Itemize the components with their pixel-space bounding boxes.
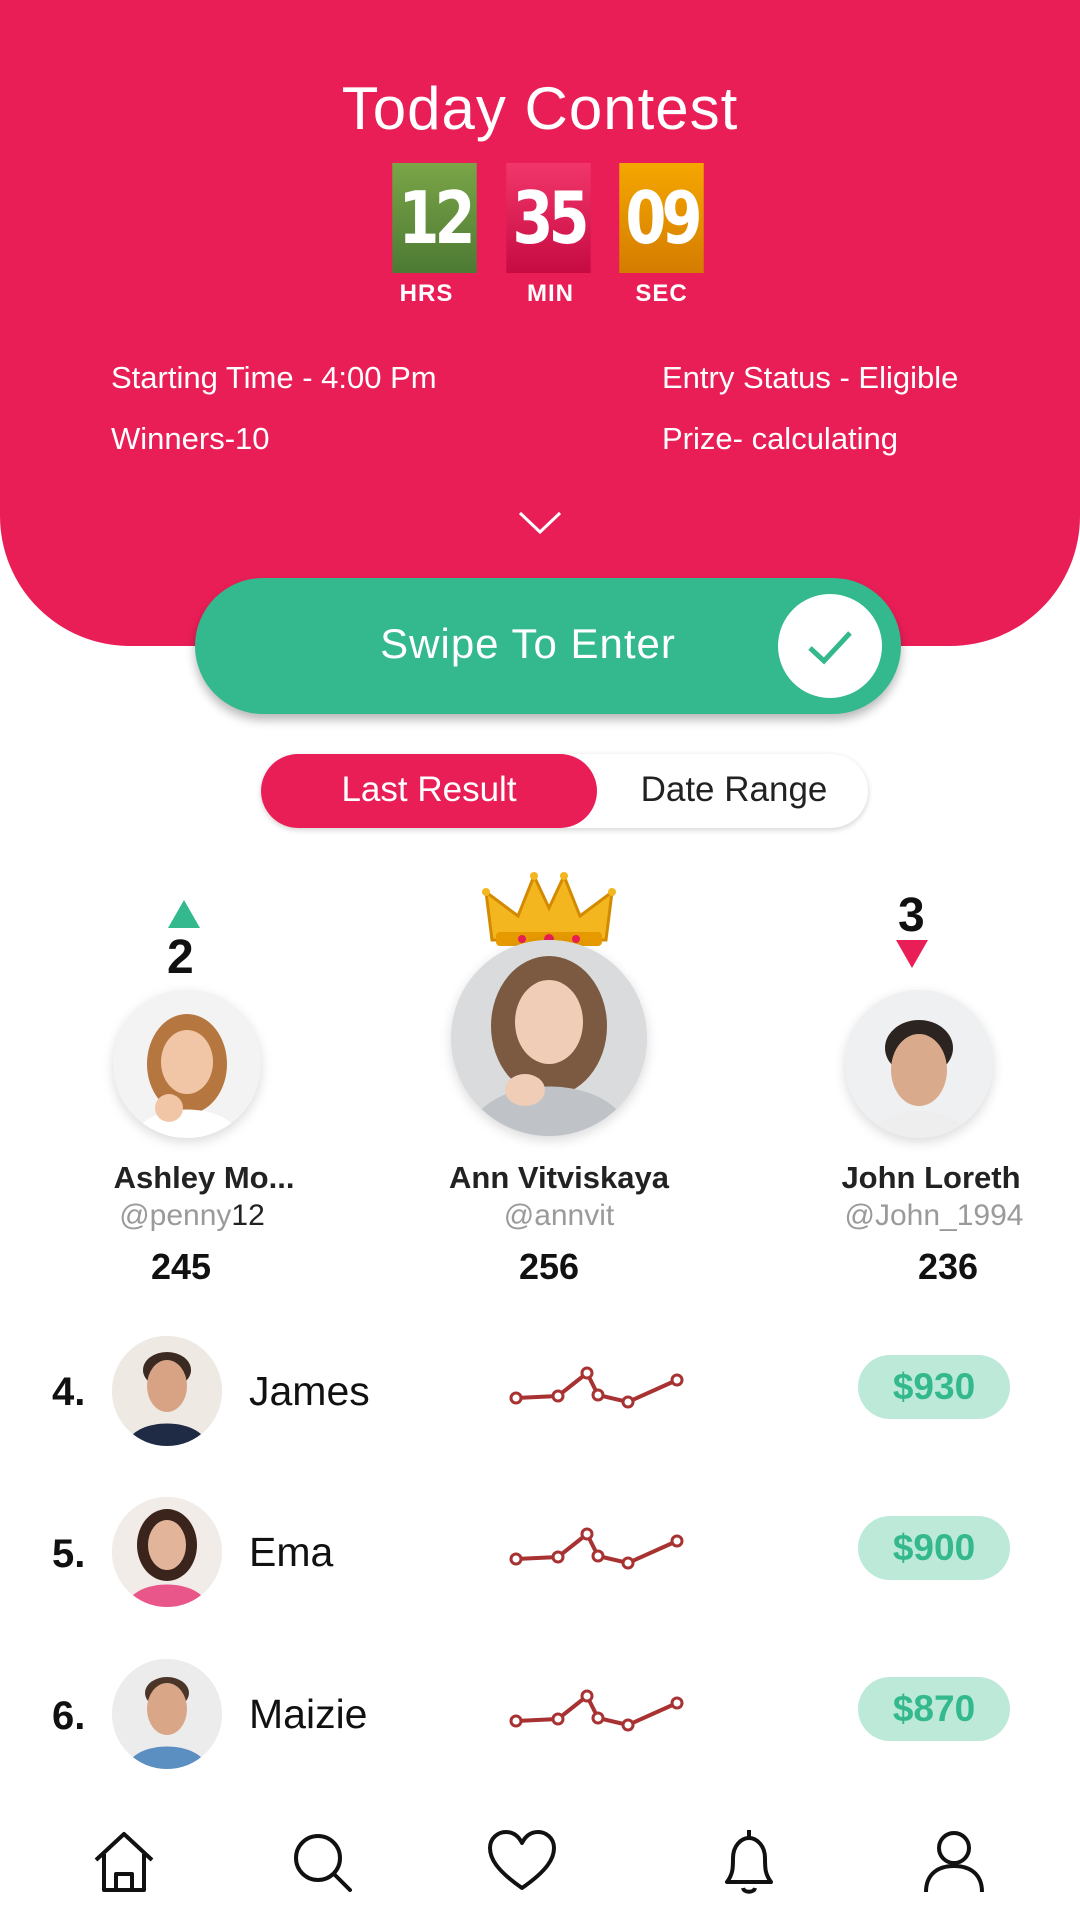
- podium-first-name: Ann Vitviskaya: [449, 1160, 669, 1195]
- avatar[interactable]: [451, 940, 647, 1136]
- tab-last-result-label[interactable]: Last Result: [261, 770, 597, 810]
- row-rank: 4.: [52, 1370, 86, 1414]
- heart-icon[interactable]: [486, 1826, 558, 1898]
- swipe-knob[interactable]: [778, 594, 882, 698]
- podium-first-handle: @annvit: [503, 1199, 615, 1232]
- timer-minutes: 35: [506, 163, 591, 273]
- timer-seconds: 09: [619, 163, 704, 273]
- timer-seconds-label: SEC: [635, 280, 688, 307]
- prize-status: Prize- calculating: [662, 421, 899, 456]
- check-icon: [808, 631, 852, 665]
- trend-sparkline: [506, 1521, 686, 1586]
- prize-badge: $870: [858, 1677, 1010, 1741]
- timer-hours-label: HRS: [399, 280, 454, 307]
- avatar[interactable]: [112, 1659, 222, 1769]
- chevron-down-icon[interactable]: [518, 510, 562, 541]
- podium-first-score: 256: [518, 1246, 580, 1287]
- profile-icon[interactable]: [918, 1826, 990, 1898]
- tab-date-range[interactable]: Date Range: [600, 770, 868, 810]
- avatar[interactable]: [112, 1336, 222, 1446]
- podium-third-handle: @John_1994: [844, 1199, 1024, 1232]
- row-name: Maizie: [249, 1691, 368, 1737]
- rank-second: 2: [167, 931, 194, 984]
- row-rank: 6.: [52, 1694, 86, 1738]
- bell-icon[interactable]: [713, 1826, 785, 1898]
- avatar[interactable]: [113, 990, 261, 1138]
- timer-hours: 12: [392, 163, 477, 273]
- row-rank: 5.: [52, 1532, 86, 1576]
- rank-third: 3: [898, 889, 925, 942]
- starting-time: Starting Time - 4:00 Pm: [111, 360, 437, 395]
- avatar[interactable]: [845, 990, 993, 1138]
- podium-second-handle: @penny12: [119, 1199, 265, 1232]
- podium-second-name: Ashley Mo...: [113, 1160, 295, 1195]
- timer-minutes-label: MIN: [527, 280, 574, 307]
- page-title: Today Contest: [341, 75, 739, 142]
- avatar[interactable]: [112, 1497, 222, 1607]
- row-name: James: [249, 1368, 370, 1414]
- trend-down-icon: [894, 938, 930, 975]
- home-icon[interactable]: [88, 1826, 160, 1898]
- entry-status: Entry Status - Eligible: [662, 360, 959, 395]
- prize-badge: $930: [858, 1355, 1010, 1419]
- trend-sparkline: [506, 1683, 686, 1748]
- podium-third-score: 236: [917, 1246, 979, 1287]
- winners-count: Winners-10: [111, 421, 270, 456]
- row-name: Ema: [249, 1529, 334, 1575]
- podium-third-name: John Loreth: [841, 1160, 1021, 1195]
- podium-second-score: 245: [150, 1246, 212, 1287]
- search-icon[interactable]: [286, 1826, 358, 1898]
- prize-badge: $900: [858, 1516, 1010, 1580]
- trend-sparkline: [506, 1360, 686, 1425]
